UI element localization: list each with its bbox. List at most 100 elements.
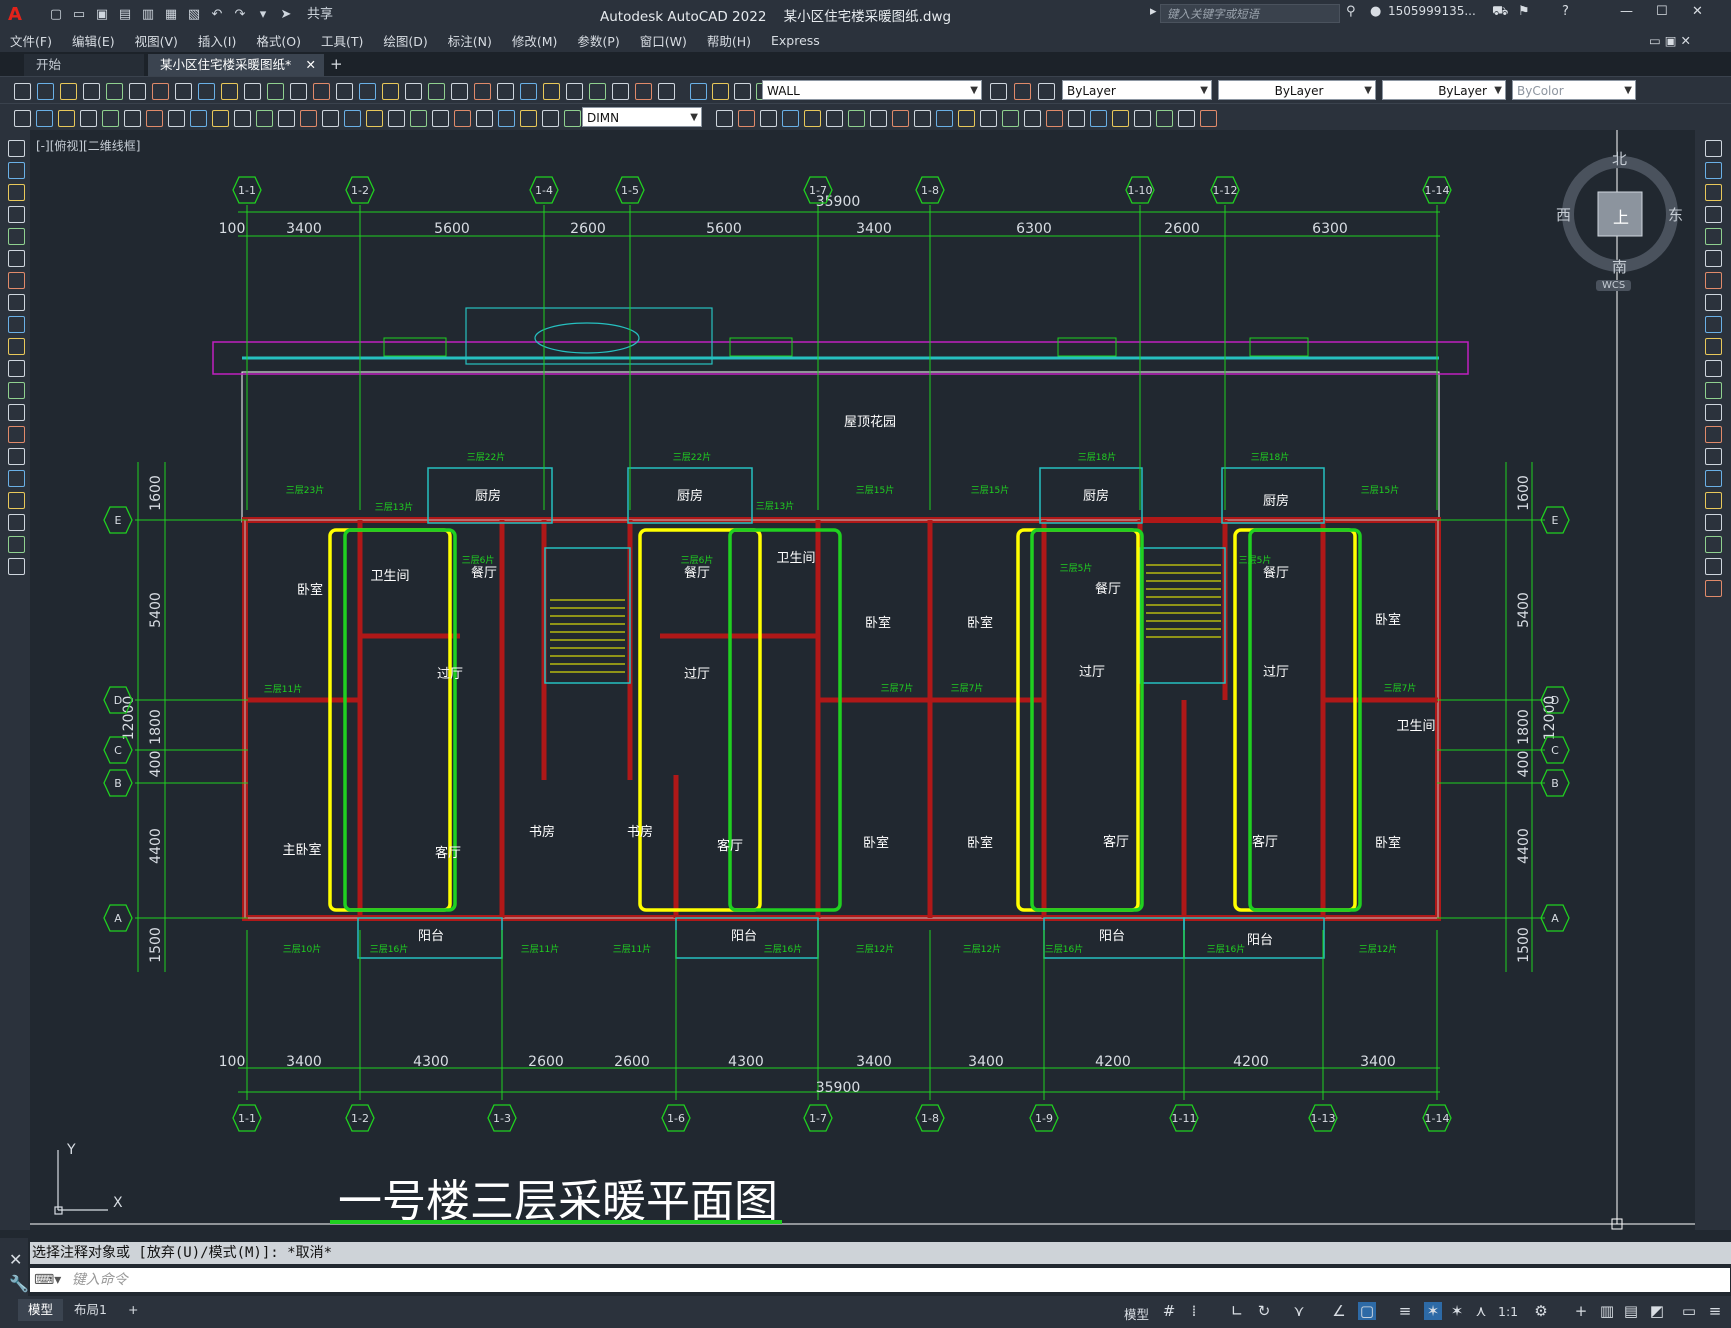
toolbar-tool-icon[interactable] (520, 83, 537, 100)
palette-tool-icon[interactable] (8, 360, 25, 377)
tab-drawing[interactable]: 某小区住宅楼采暖图纸* ✕ (148, 54, 324, 76)
plot-icon[interactable]: ▧ (186, 7, 202, 22)
toolbar-tool-icon[interactable] (782, 110, 799, 127)
menu-draw[interactable]: 绘图(D) (373, 31, 437, 50)
customize-icon[interactable]: ▾ (255, 7, 271, 22)
maximize-icon[interactable]: ☐ (1656, 4, 1668, 19)
toolbar-tool-icon[interactable] (804, 110, 821, 127)
osnap-icon[interactable]: ∠ (1330, 1302, 1348, 1320)
menu-modify[interactable]: 修改(M) (502, 31, 568, 50)
palette-tool-icon[interactable] (1705, 470, 1722, 487)
toolbar-tool-icon[interactable] (1014, 83, 1031, 100)
menu-help[interactable]: 帮助(H) (697, 31, 761, 50)
layer-combo[interactable]: WALL ▼ (762, 80, 982, 100)
toolbar-tool-icon[interactable] (1038, 83, 1055, 100)
toolbar-tool-icon[interactable] (1200, 110, 1217, 127)
palette-tool-icon[interactable] (1705, 294, 1722, 311)
viewcube-top[interactable]: 上 (1613, 204, 1629, 228)
linetype-combo[interactable]: ByLayer ▼ (1218, 80, 1376, 100)
toolbar-tool-icon[interactable] (1178, 110, 1195, 127)
toolbar-tool-icon[interactable] (129, 83, 146, 100)
layout-tab-model[interactable]: 模型 (18, 1299, 64, 1321)
palette-tool-icon[interactable] (8, 448, 25, 465)
autocad-logo-icon[interactable]: A (8, 4, 28, 25)
toolbar-tool-icon[interactable] (564, 110, 581, 127)
menu-insert[interactable]: 插入(I) (188, 31, 246, 50)
tab-close-icon[interactable]: ✕ (306, 54, 316, 76)
cart-icon[interactable]: ⛟ (1492, 4, 1508, 21)
palette-tool-icon[interactable] (8, 272, 25, 289)
add-layout-icon[interactable]: + (118, 1299, 148, 1321)
toolbar-tool-icon[interactable] (60, 83, 77, 100)
toolbar-tool-icon[interactable] (244, 83, 261, 100)
close-command-icon[interactable]: ✕ (9, 1250, 22, 1269)
palette-tool-icon[interactable] (8, 206, 25, 223)
annotation-visibility-icon[interactable]: ✶ (1424, 1302, 1442, 1320)
viewcube-north[interactable]: 北 (1612, 148, 1627, 169)
palette-tool-icon[interactable] (1705, 184, 1722, 201)
help-icon[interactable]: ? (1562, 4, 1569, 19)
menu-file[interactable]: 文件(F) (0, 31, 62, 50)
help-search-input[interactable]: 键入关键字或短语 (1160, 4, 1340, 23)
toolbar-tool-icon[interactable] (124, 110, 141, 127)
save-web-icon[interactable]: ▦ (163, 7, 179, 22)
share-icon[interactable]: ➤ (278, 7, 294, 22)
tab-start[interactable]: 开始 (24, 54, 144, 76)
toolbar-tool-icon[interactable] (1068, 110, 1085, 127)
toolbar-tool-icon[interactable] (190, 110, 207, 127)
save-icon[interactable]: ▣ (94, 7, 110, 22)
search-icon[interactable]: ⚲ (1346, 4, 1356, 19)
dimstyle-combo[interactable]: DIMN ▼ (582, 107, 702, 127)
menu-window[interactable]: 窗口(W) (630, 31, 697, 50)
toolbar-tool-icon[interactable] (256, 110, 273, 127)
palette-tool-icon[interactable] (1705, 382, 1722, 399)
toolbar-tool-icon[interactable] (543, 83, 560, 100)
undo-icon[interactable]: ↶ (209, 7, 225, 22)
toolbar-tool-icon[interactable] (198, 83, 215, 100)
palette-tool-icon[interactable] (1705, 580, 1722, 597)
viewcube-west[interactable]: 西 (1556, 204, 1571, 225)
palette-tool-icon[interactable] (8, 162, 25, 179)
toolbar-tool-icon[interactable] (990, 83, 1007, 100)
toolbar-tool-icon[interactable] (366, 110, 383, 127)
toolbar-tool-icon[interactable] (980, 110, 997, 127)
palette-tool-icon[interactable] (8, 184, 25, 201)
toolbar-tool-icon[interactable] (221, 83, 238, 100)
share-button[interactable]: 共享 (307, 7, 333, 22)
doc-restore-icon[interactable]: ▭ ▣ ✕ (1649, 33, 1691, 48)
toolbar-tool-icon[interactable] (102, 110, 119, 127)
toolbar-tool-icon[interactable] (734, 83, 751, 100)
toolbar-tool-icon[interactable] (410, 110, 427, 127)
fullscreen-icon[interactable]: ▭ (1680, 1302, 1698, 1320)
palette-tool-icon[interactable] (1705, 426, 1722, 443)
lineweight-icon[interactable]: ≡ (1396, 1302, 1414, 1320)
quick-properties-icon[interactable]: ▤ (1622, 1302, 1640, 1320)
open-icon[interactable]: ▭ (71, 7, 87, 22)
viewcube-south[interactable]: 南 (1612, 256, 1627, 277)
lineweight-combo[interactable]: ByLayer ▼ (1382, 80, 1506, 100)
toolbar-tool-icon[interactable] (432, 110, 449, 127)
units-icon[interactable]: ▥ (1598, 1302, 1616, 1320)
palette-tool-icon[interactable] (8, 338, 25, 355)
toolbar-tool-icon[interactable] (1090, 110, 1107, 127)
toolbar-tool-icon[interactable] (566, 83, 583, 100)
toolbar-tool-icon[interactable] (826, 110, 843, 127)
customize-command-icon[interactable]: 🔧 (9, 1274, 29, 1293)
palette-tool-icon[interactable] (1705, 140, 1722, 157)
close-icon[interactable]: ✕ (1692, 4, 1703, 19)
palette-tool-icon[interactable] (8, 470, 25, 487)
palette-tool-icon[interactable] (1705, 492, 1722, 509)
toolbar-tool-icon[interactable] (892, 110, 909, 127)
palette-tool-icon[interactable] (8, 558, 25, 575)
toolbar-tool-icon[interactable] (37, 83, 54, 100)
toolbar-tool-icon[interactable] (451, 83, 468, 100)
drawing-canvas[interactable]: 100 3400 5600 2600 5600 3400 6300 2600 6300 35900… (30, 130, 1695, 1230)
palette-tool-icon[interactable] (1705, 448, 1722, 465)
palette-tool-icon[interactable] (1705, 558, 1722, 575)
toolbar-tool-icon[interactable] (168, 110, 185, 127)
toolbar-tool-icon[interactable] (58, 110, 75, 127)
otrack-icon[interactable]: ▢ (1358, 1302, 1376, 1320)
toolbar-tool-icon[interactable] (958, 110, 975, 127)
toolbar-tool-icon[interactable] (80, 110, 97, 127)
grid-icon[interactable]: # (1160, 1302, 1178, 1320)
